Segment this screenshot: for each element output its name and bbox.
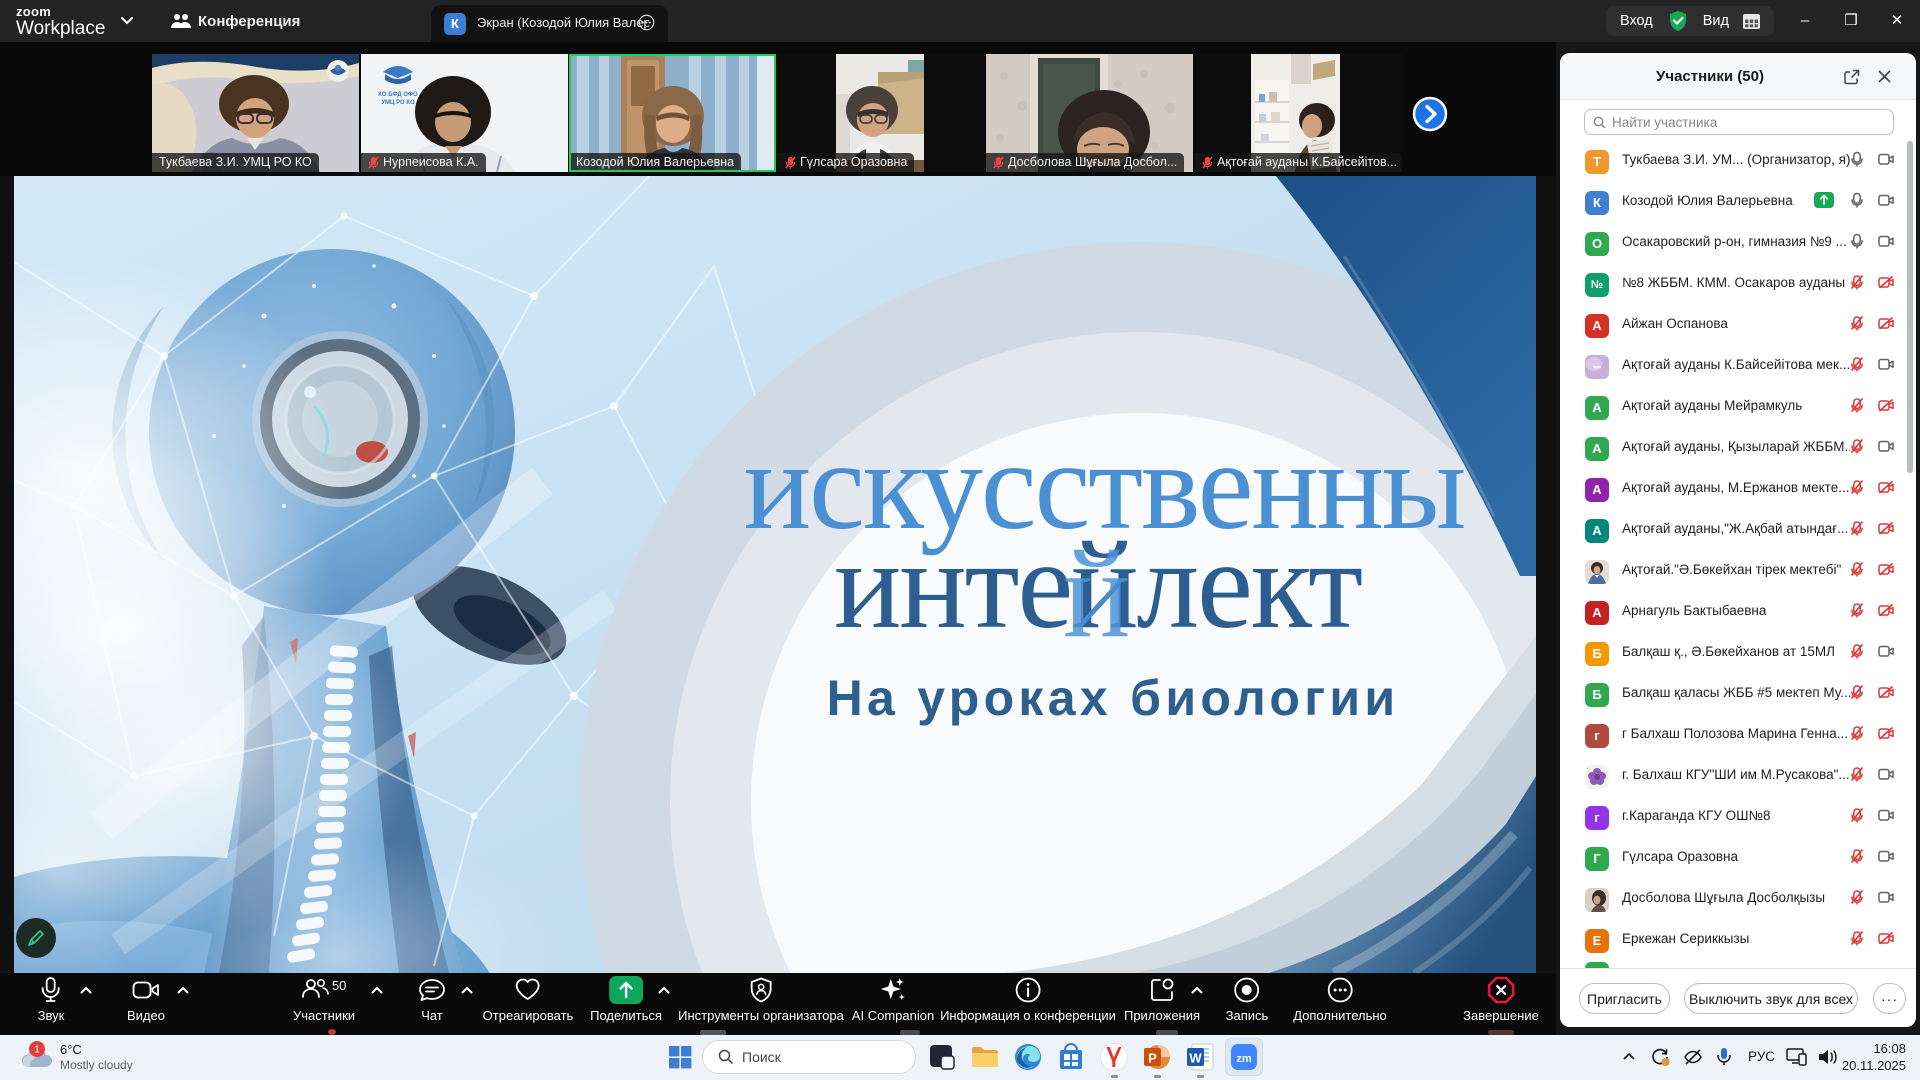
svg-text:УМЦ РО КО: УМЦ РО КО [381, 100, 415, 106]
svg-text:zm: zm [1236, 1053, 1252, 1065]
svg-text:КО БФД ОФО: КО БФД ОФО [378, 92, 418, 98]
svg-text:50: 50 [332, 978, 346, 993]
svg-text:P: P [1148, 1051, 1157, 1066]
svg-text:W: W [1189, 1051, 1202, 1066]
svg-text:1: 1 [34, 1044, 40, 1056]
